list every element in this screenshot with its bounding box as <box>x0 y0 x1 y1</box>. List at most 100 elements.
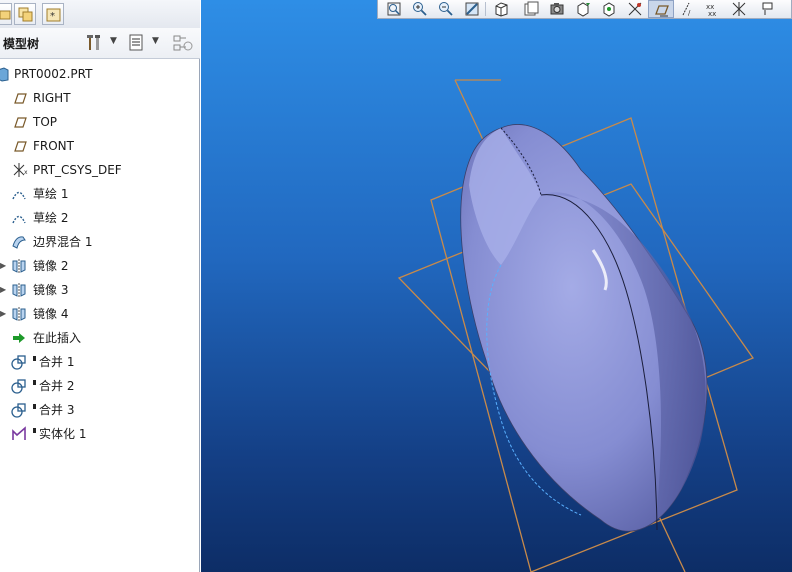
annotation-display-icon <box>762 2 773 15</box>
merge-icon <box>11 402 27 418</box>
merge-icon <box>11 354 27 370</box>
tree-item-solidify-1[interactable]: 实体化 1 <box>0 422 200 446</box>
tree-item-mirror-3[interactable]: ▶ 镜像 3 <box>0 278 200 302</box>
show-options-button[interactable] <box>126 32 148 54</box>
expand-arrow-icon[interactable]: ▶ <box>0 302 8 326</box>
tree-item-merge-2[interactable]: 合并 2 <box>0 374 200 398</box>
zoom-in-button[interactable] <box>407 0 433 18</box>
refit-button[interactable] <box>381 0 407 18</box>
tree-item-sketch-2[interactable]: 草绘 2 <box>0 206 200 230</box>
chevron-down-icon[interactable]: ▼ <box>110 36 117 46</box>
expand-arrow-icon[interactable]: ▶ <box>0 254 8 278</box>
mirror-icon <box>11 306 27 322</box>
tree-item-label: 合并 2 <box>39 379 75 393</box>
tree-item-label: 实体化 1 <box>39 427 87 441</box>
tree-item-merge-3[interactable]: 合并 3 <box>0 398 200 422</box>
graphics-viewport[interactable]: / xx xx <box>201 0 792 572</box>
plane-display-icon <box>655 5 669 17</box>
layers-icon <box>18 7 33 22</box>
axis-display-icon: / <box>682 2 691 17</box>
tree-item-csys[interactable]: x PRT_CSYS_DEF <box>0 158 200 182</box>
model-tree-panel: * 模型树 ▼ ▼ PRT0002.PRT RIGHT TOP FRONT x … <box>0 0 200 572</box>
solidify-icon <box>11 426 27 442</box>
datum-plane-icon <box>11 114 27 130</box>
tree-item-datum-top[interactable]: TOP <box>0 110 200 134</box>
favorites-star-icon: * <box>46 8 61 22</box>
repaint-button[interactable] <box>459 0 485 18</box>
repaint-icon <box>465 2 479 16</box>
tree-item-label: 合并 3 <box>39 403 75 417</box>
saved-views-button[interactable] <box>518 0 544 18</box>
svg-text:x: x <box>24 169 28 176</box>
sketch-icon <box>11 186 27 202</box>
modified-marker <box>33 380 36 385</box>
model-body[interactable] <box>460 124 708 532</box>
spin-center-button[interactable] <box>596 0 622 18</box>
sketch-icon <box>11 210 27 226</box>
refit-icon <box>387 2 401 16</box>
chevron-down-icon[interactable]: ▼ <box>152 36 159 46</box>
modified-marker <box>33 428 36 433</box>
tree-item-merge-1[interactable]: 合并 1 <box>0 350 200 374</box>
tree-item-label: 草绘 2 <box>33 211 69 225</box>
folder-icon <box>0 10 11 20</box>
tab-favorites[interactable]: * <box>42 3 64 25</box>
tree-item-label: TOP <box>33 115 58 129</box>
datum-plane-icon <box>11 90 27 106</box>
model-tree-list: PRT0002.PRT RIGHT TOP FRONT x PRT_CSYS_D… <box>0 62 200 446</box>
display-style-icon <box>495 2 508 17</box>
model-tree-title: 模型树 <box>3 37 40 51</box>
tree-item-part[interactable]: PRT0002.PRT <box>0 62 200 86</box>
tree-item-datum-right[interactable]: RIGHT <box>0 86 200 110</box>
tree-filter-icon <box>173 35 193 51</box>
mirror-icon <box>11 282 27 298</box>
annotation-display-button[interactable] <box>754 0 780 18</box>
modified-marker <box>33 356 36 361</box>
tree-item-insert-here[interactable]: 在此插入 <box>0 326 200 350</box>
svg-text:/: / <box>688 9 691 17</box>
perspective-button[interactable] <box>570 0 596 18</box>
zoom-out-button[interactable] <box>433 0 459 18</box>
view-manager-button[interactable] <box>544 0 570 18</box>
axis-display-button[interactable]: / <box>674 0 700 18</box>
tree-item-label: 镜像 4 <box>33 307 69 321</box>
svg-text:*: * <box>50 11 55 22</box>
tab-model-tree[interactable] <box>14 3 36 25</box>
tree-item-label: 边界混合 1 <box>33 235 93 249</box>
display-style-button[interactable] <box>488 0 514 18</box>
tree-item-datum-front[interactable]: FRONT <box>0 134 200 158</box>
saved-views-icon <box>524 1 539 16</box>
tools-icon <box>87 35 100 50</box>
tree-item-mirror-4[interactable]: ▶ 镜像 4 <box>0 302 200 326</box>
zoom-out-icon <box>439 2 453 16</box>
filter-button[interactable] <box>172 32 194 54</box>
tree-item-label: 镜像 3 <box>33 283 69 297</box>
tree-item-label: RIGHT <box>33 91 71 105</box>
part-icon <box>0 66 12 82</box>
svg-text:xx: xx <box>708 10 716 17</box>
tree-item-label: 镜像 2 <box>33 259 69 273</box>
view-manager-icon <box>550 3 564 15</box>
insert-here-arrow-icon <box>11 330 27 346</box>
csys-display-button[interactable] <box>726 0 752 18</box>
datum-display-button[interactable] <box>622 0 648 18</box>
view-toolbar: / xx xx <box>377 0 792 19</box>
navigator-tab-strip: * <box>0 0 200 29</box>
tree-settings-button[interactable] <box>84 32 106 54</box>
tree-item-boundary-blend-1[interactable]: 边界混合 1 <box>0 230 200 254</box>
expand-arrow-icon[interactable]: ▶ <box>0 278 8 302</box>
plane-display-button[interactable] <box>648 0 674 18</box>
zoom-in-icon <box>413 2 427 16</box>
tab-folder-browser[interactable] <box>0 3 12 25</box>
boundary-blend-icon <box>11 234 27 250</box>
point-display-button[interactable]: xx xx <box>700 0 726 18</box>
model-scene[interactable] <box>201 0 792 572</box>
datum-plane-icon <box>11 138 27 154</box>
tree-item-label: PRT_CSYS_DEF <box>33 163 122 177</box>
tree-item-label: 合并 1 <box>39 355 75 369</box>
csys-icon: x <box>11 162 28 178</box>
tree-item-mirror-2[interactable]: ▶ 镜像 2 <box>0 254 200 278</box>
tree-item-sketch-1[interactable]: 草绘 1 <box>0 182 200 206</box>
list-options-icon <box>129 34 143 51</box>
csys-display-icon <box>732 2 746 16</box>
